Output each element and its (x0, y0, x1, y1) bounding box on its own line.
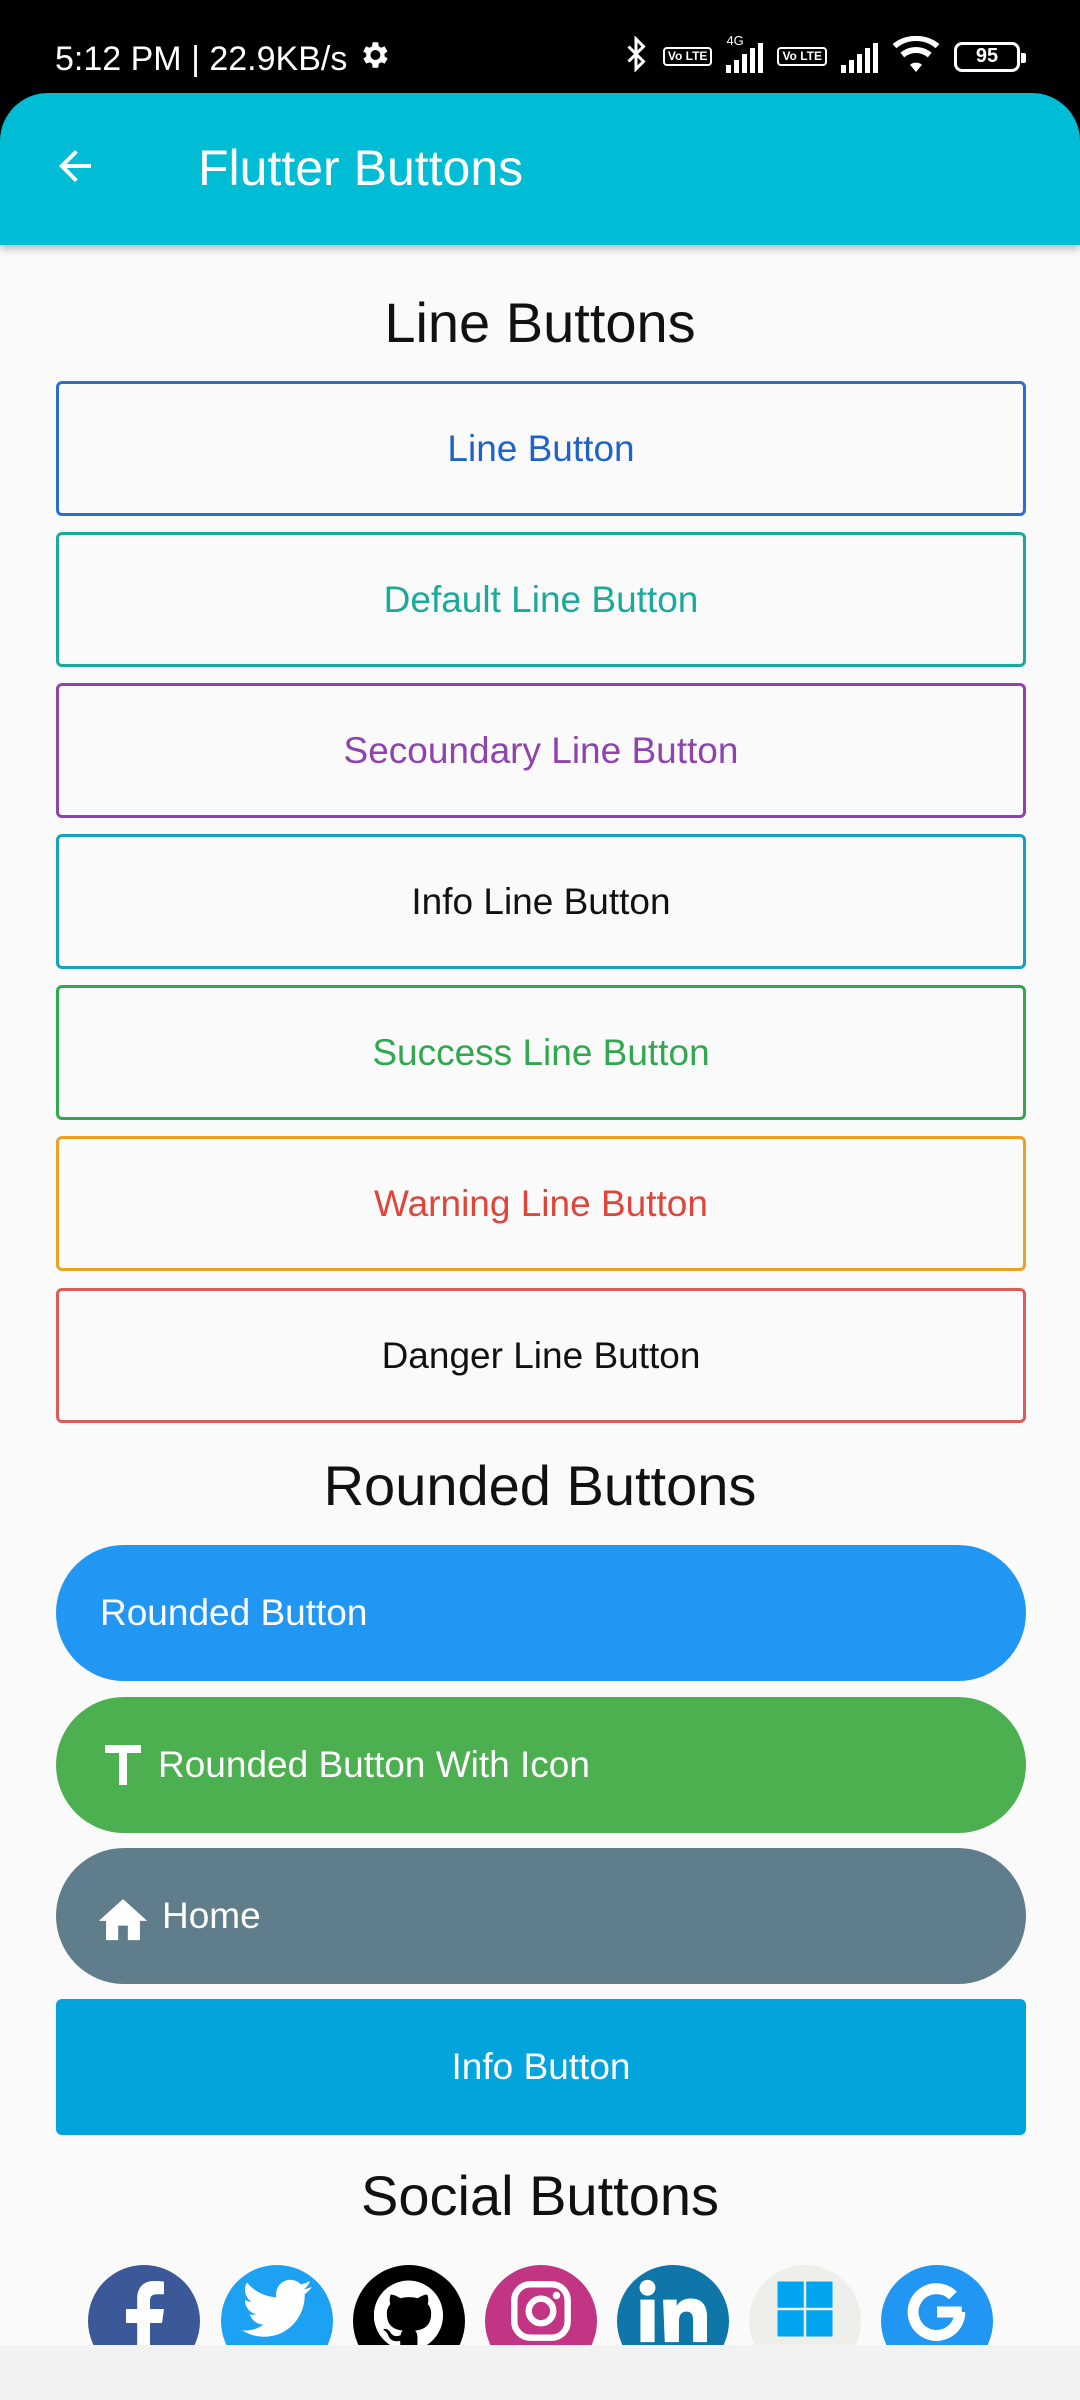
text-t-icon (98, 1743, 148, 1787)
twitter-button[interactable] (221, 2265, 333, 2345)
rounded-button-label: Rounded Button (100, 1592, 368, 1633)
arrow-back-icon (51, 142, 99, 195)
twitter-icon (242, 2279, 312, 2344)
content-area: Line Buttons Line Button Default Line Bu… (0, 245, 1080, 2400)
default-line-button-label: Default Line Button (383, 578, 699, 620)
social-buttons-title: Social Buttons (361, 2164, 719, 2227)
warning-line-button-label: Warning Line Button (374, 1182, 708, 1224)
home-button[interactable]: Home (56, 1848, 1026, 1984)
instagram-button[interactable] (485, 2265, 597, 2345)
linkedin-icon (639, 2279, 708, 2345)
info-button-label: Info Button (451, 2046, 631, 2087)
windows-icon (775, 2279, 835, 2344)
volte-badge-2: Vo LTE (777, 47, 827, 66)
github-icon (373, 2279, 444, 2345)
signal-icon-1: 4G (726, 33, 764, 73)
secondary-line-button-label: Secoundary Line Button (343, 729, 739, 771)
rounded-buttons-title: Rounded Buttons (323, 1454, 757, 1517)
social-buttons-row (0, 2265, 1080, 2345)
success-line-button[interactable]: Success Line Button (56, 985, 1026, 1120)
app-bar: Flutter Buttons (0, 93, 1080, 245)
rounded-button[interactable]: Rounded Button (56, 1545, 1026, 1681)
status-left: 5:12 PM | 22.9KB/s (55, 38, 391, 81)
linkedin-button[interactable] (617, 2265, 729, 2345)
status-right: Vo LTE 4G Vo LTE 95 (623, 33, 1026, 77)
volte-badge-1: Vo LTE (662, 47, 713, 66)
danger-line-button[interactable]: Danger Line Button (56, 1288, 1026, 1423)
bluetooth-icon (623, 35, 649, 77)
facebook-icon (120, 2279, 168, 2345)
success-line-button-label: Success Line Button (372, 1031, 710, 1073)
home-icon (94, 1891, 152, 1941)
bottom-area (0, 2345, 1080, 2400)
home-button-label: Home (162, 1895, 261, 1936)
page-title: Flutter Buttons (198, 140, 524, 196)
signal-icon-2 (841, 41, 878, 73)
secondary-line-button[interactable]: Secoundary Line Button (56, 683, 1026, 818)
rounded-button-with-icon-label: Rounded Button With Icon (158, 1744, 590, 1785)
facebook-button[interactable] (88, 2265, 200, 2345)
line-button-label: Line Button (447, 427, 635, 469)
info-line-button[interactable]: Info Line Button (56, 834, 1026, 969)
info-button[interactable]: Info Button (56, 1999, 1026, 2135)
settings-gear-icon (357, 38, 391, 81)
default-line-button[interactable]: Default Line Button (56, 532, 1026, 667)
rounded-button-with-icon[interactable]: Rounded Button With Icon (56, 1697, 1026, 1833)
windows-button[interactable] (749, 2265, 861, 2345)
network-type-label: 4G (726, 32, 744, 48)
google-icon (904, 2279, 970, 2345)
back-button[interactable] (40, 133, 110, 203)
danger-line-button-label: Danger Line Button (381, 1334, 701, 1376)
instagram-icon (509, 2279, 573, 2345)
line-button[interactable]: Line Button (56, 381, 1026, 516)
wifi-icon (892, 35, 940, 77)
google-button[interactable] (881, 2265, 993, 2345)
github-button[interactable] (353, 2265, 465, 2345)
battery-indicator: 95 (954, 41, 1026, 72)
warning-line-button[interactable]: Warning Line Button (56, 1136, 1026, 1271)
info-line-button-label: Info Line Button (411, 880, 671, 922)
status-time-speed: 5:12 PM | 22.9KB/s (55, 40, 348, 78)
line-buttons-title: Line Buttons (384, 291, 696, 354)
